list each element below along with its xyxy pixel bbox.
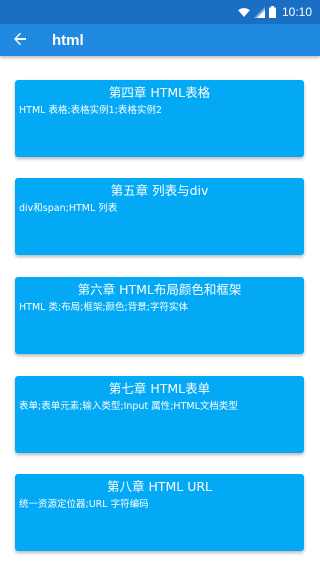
battery-icon bbox=[268, 6, 276, 18]
app-bar: html bbox=[0, 24, 320, 56]
page-title: html bbox=[52, 31, 84, 49]
signal-icon bbox=[253, 6, 265, 18]
chapter-card[interactable]: 第八章 HTML URL 统一资源定位器;URL 字符编码 bbox=[15, 474, 304, 551]
chapter-card[interactable]: 第七章 HTML表单 表单;表单元素;输入类型;Input 属性;HTML文档类… bbox=[15, 376, 304, 453]
back-button[interactable] bbox=[0, 24, 40, 56]
chapter-title: 第四章 HTML表格 bbox=[108, 85, 211, 100]
chapter-card[interactable]: 第四章 HTML表格 HTML 表格;表格实例1;表格实例2 bbox=[15, 80, 304, 157]
chapter-list: 第四章 HTML表格 HTML 表格;表格实例1;表格实例2 第五章 列表与di… bbox=[0, 56, 320, 568]
chapter-title: 第六章 HTML布局颜色和框架 bbox=[77, 282, 242, 297]
status-time: 10:10 bbox=[281, 5, 312, 19]
chapter-subtitle: HTML 类;布局;框架;颜色;背景;字符实体 bbox=[19, 302, 188, 313]
chapter-subtitle: 统一资源定位器;URL 字符编码 bbox=[19, 499, 149, 510]
chapter-title: 第七章 HTML表单 bbox=[108, 381, 211, 396]
arrow-back-icon bbox=[13, 31, 27, 50]
chapter-card[interactable]: 第六章 HTML布局颜色和框架 HTML 类;布局;框架;颜色;背景;字符实体 bbox=[15, 277, 304, 354]
chapter-card[interactable]: 第五章 列表与div div和span;HTML 列表 bbox=[15, 178, 304, 255]
chapter-subtitle: div和span;HTML 列表 bbox=[19, 203, 118, 214]
wifi-icon bbox=[238, 7, 250, 18]
chapter-title: 第八章 HTML URL bbox=[106, 479, 213, 494]
chapter-subtitle: 表单;表单元素;输入类型;Input 属性;HTML文档类型 bbox=[19, 401, 238, 412]
status-bar: 10:10 bbox=[0, 0, 320, 24]
chapter-title: 第五章 列表与div bbox=[110, 183, 209, 198]
chapter-subtitle: HTML 表格;表格实例1;表格实例2 bbox=[19, 105, 162, 116]
screen: 10:10 html 第四章 HTML表格 HTML 表格;表格实例1;表格实例… bbox=[0, 0, 320, 568]
